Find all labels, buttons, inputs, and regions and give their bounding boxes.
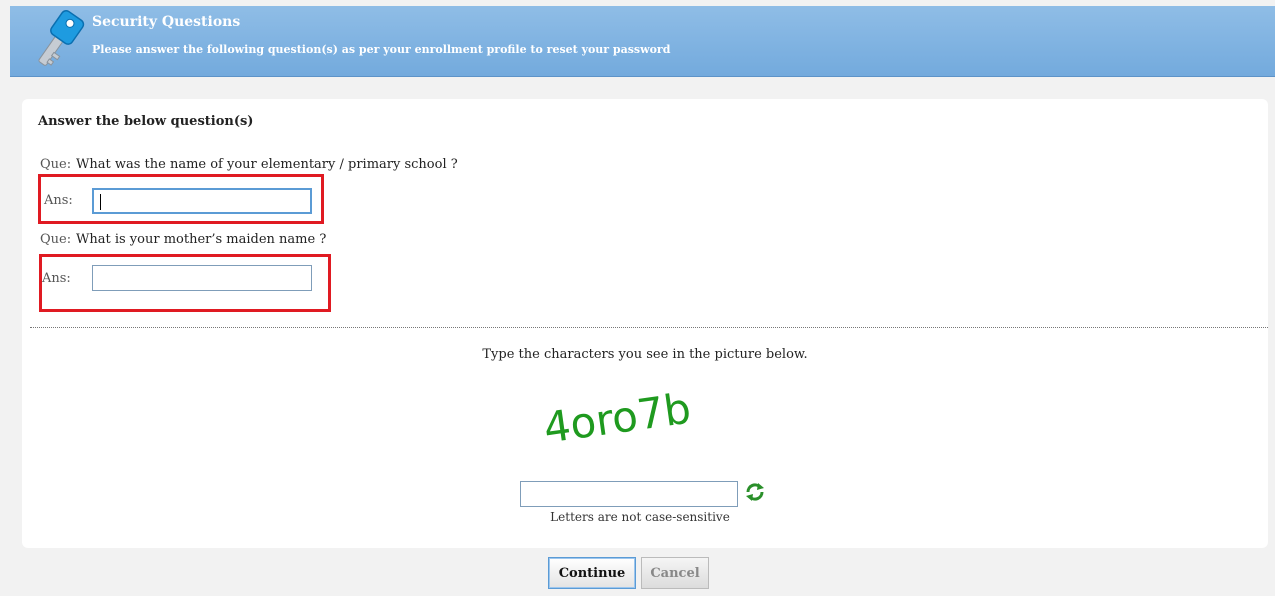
continue-button[interactable]: Continue bbox=[548, 557, 636, 589]
captcha-instruction: Type the characters you see in the pictu… bbox=[482, 347, 808, 362]
question-2-text: What is your mother’s maiden name ? bbox=[76, 232, 327, 247]
answer-2-input[interactable] bbox=[92, 265, 312, 291]
answer-1-label: Ans: bbox=[44, 193, 73, 208]
answer-2-label: Ans: bbox=[42, 271, 71, 286]
answer-1-input[interactable] bbox=[92, 188, 312, 214]
question-2-label: Que: bbox=[40, 232, 72, 247]
captcha-input[interactable] bbox=[520, 481, 738, 507]
captcha-image: 4oro7b bbox=[541, 387, 694, 453]
question-1-text: What was the name of your elementary / p… bbox=[76, 157, 458, 172]
captcha-note: Letters are not case-sensitive bbox=[550, 510, 730, 524]
svg-text:4oro7b: 4oro7b bbox=[541, 387, 694, 453]
page-header: Security Questions Please answer the fol… bbox=[10, 6, 1275, 77]
refresh-icon[interactable] bbox=[744, 481, 766, 503]
section-title: Answer the below question(s) bbox=[38, 114, 254, 129]
page-title: Security Questions bbox=[92, 14, 241, 30]
question-1-label: Que: bbox=[40, 157, 72, 172]
key-icon bbox=[38, 10, 85, 66]
section-divider bbox=[30, 327, 1268, 328]
cancel-button[interactable]: Cancel bbox=[641, 557, 709, 589]
text-caret bbox=[100, 194, 101, 210]
page-subtitle: Please answer the following question(s) … bbox=[92, 43, 671, 56]
security-questions-panel: Answer the below question(s) Que: What w… bbox=[22, 99, 1268, 548]
